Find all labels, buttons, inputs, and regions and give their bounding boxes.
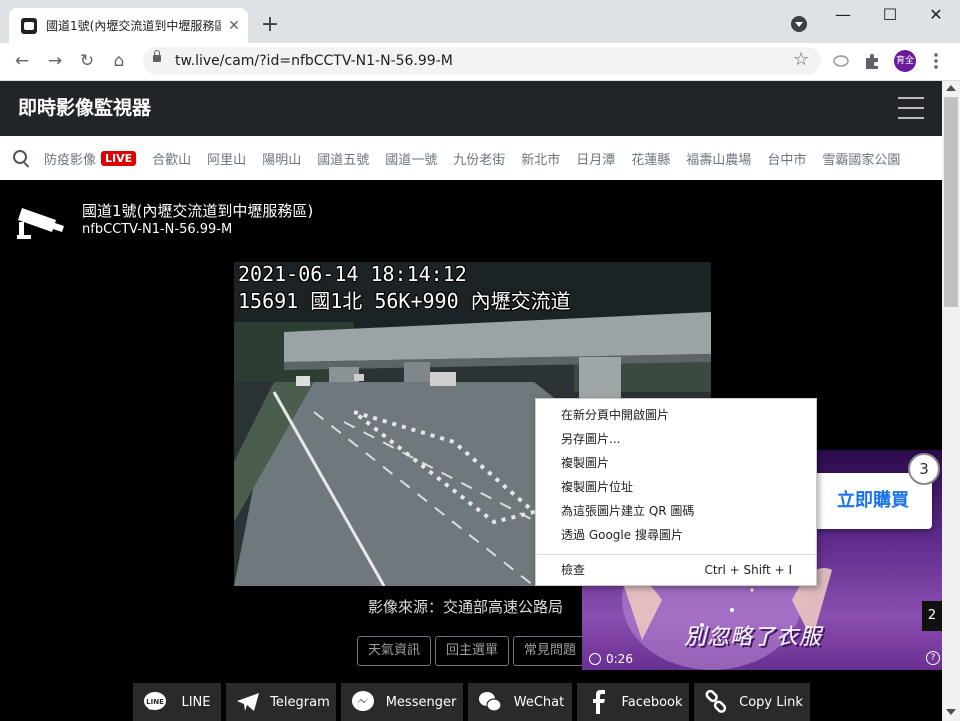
svg-text:LINE: LINE xyxy=(146,698,164,706)
forward-button[interactable]: → xyxy=(43,49,67,73)
ad-caption: 別忽略了衣服 xyxy=(684,625,823,650)
ctx-item-label: 另存圖片... xyxy=(561,432,621,446)
category-item[interactable]: 九份老街 xyxy=(453,149,505,168)
more-menu-icon[interactable] xyxy=(933,53,939,69)
browser-tab-strip: 國道1號(內壢交流道到中壢服務區 ✕ + — ☐ ✕ xyxy=(0,0,960,43)
category-item[interactable]: 新北市 xyxy=(521,149,560,168)
ctx-search-google-image[interactable]: 透過 Google 搜尋圖片 xyxy=(536,523,816,547)
share-messenger-button[interactable]: Messenger xyxy=(341,683,463,721)
scroll-down-arrow-icon[interactable] xyxy=(946,709,956,715)
minimize-button[interactable]: — xyxy=(820,0,866,32)
category-item[interactable]: 雪霸國家公園 xyxy=(822,149,900,168)
share-label: Copy Link xyxy=(739,694,803,710)
new-tab-button[interactable]: + xyxy=(259,14,281,36)
extensions-puzzle-icon[interactable] xyxy=(864,53,880,69)
camera-overlay-timestamp: 2021-06-14 18:14:12 xyxy=(238,262,467,286)
live-badge: LIVE xyxy=(101,150,137,166)
category-item[interactable]: 花蓮縣 xyxy=(631,149,670,168)
ctx-copy-image-address[interactable]: 複製圖片位址 xyxy=(536,475,816,499)
share-label: Messenger xyxy=(385,694,457,710)
camera-id: nfbCCTV-N1-N-56.99-M xyxy=(82,222,233,237)
site-title[interactable]: 即時影像監視器 xyxy=(18,96,151,120)
ad-skip-counter[interactable]: 2 xyxy=(922,601,942,631)
faq-button[interactable]: 常見問題 xyxy=(513,636,587,666)
browser-tab[interactable]: 國道1號(內壢交流道到中壢服務區 ✕ xyxy=(9,8,248,43)
share-label: WeChat xyxy=(513,694,565,710)
lock-icon[interactable] xyxy=(153,50,161,62)
hamburger-menu-icon[interactable] xyxy=(898,97,924,119)
ctx-item-label: 透過 Google 搜尋圖片 xyxy=(561,528,683,542)
weather-info-button[interactable]: 天氣資訊 xyxy=(357,636,431,666)
ctx-copy-image[interactable]: 複製圖片 xyxy=(536,451,816,475)
address-bar[interactable]: tw.live/cam/?id=nfbCCTV-N1-N-56.99-M ☆ xyxy=(143,47,821,75)
wechat-icon xyxy=(479,692,502,712)
image-context-menu: 在新分頁中開啟圖片 另存圖片... 複製圖片 複製圖片位址 為這張圖片建立 QR… xyxy=(535,398,817,586)
category-list: 防疫影像 LIVE 合歡山 阿里山 陽明山 國道五號 國道一號 九份老街 新北市… xyxy=(44,136,916,180)
category-item[interactable]: 台中市 xyxy=(767,149,806,168)
ctx-create-qr-code[interactable]: 為這張圖片建立 QR 圖碼 xyxy=(536,499,816,523)
share-wechat-button[interactable]: WeChat xyxy=(468,683,572,721)
category-label: 防疫影像 xyxy=(44,152,97,168)
page-scrollbar[interactable] xyxy=(942,81,960,721)
link-icon xyxy=(705,690,727,713)
camera-title: 國道1號(內壢交流道到中壢服務區) xyxy=(82,202,314,220)
ad-countdown: 0:26 xyxy=(606,652,633,666)
bookmark-star-icon[interactable]: ☆ xyxy=(793,50,809,70)
scroll-thumb[interactable] xyxy=(944,97,958,307)
share-copy-link-button[interactable]: Copy Link xyxy=(694,683,810,721)
ctx-save-image-as[interactable]: 另存圖片... xyxy=(536,427,816,451)
translate-extension-icon[interactable] xyxy=(832,54,850,68)
tab-close-icon[interactable]: ✕ xyxy=(224,16,244,36)
ctx-divider xyxy=(536,554,816,555)
ctx-item-label: 為這張圖片建立 QR 圖碼 xyxy=(561,504,695,518)
share-label: Telegram xyxy=(270,694,330,710)
telegram-icon xyxy=(237,693,259,711)
category-item[interactable]: 日月潭 xyxy=(576,149,615,168)
home-button[interactable]: ⌂ xyxy=(107,49,131,73)
category-item[interactable]: 阿里山 xyxy=(207,149,246,168)
main-menu-button[interactable]: 回主選單 xyxy=(435,636,509,666)
ad-count-badge: 3 xyxy=(908,453,940,485)
back-button[interactable]: ← xyxy=(10,49,34,73)
share-label: Facebook xyxy=(621,694,683,710)
category-item[interactable]: 陽明山 xyxy=(262,149,301,168)
camera-overlay-location: 15691 國1北 56K+990 內壢交流道 xyxy=(238,289,571,313)
ctx-item-label: 複製圖片位址 xyxy=(561,480,634,494)
reload-button[interactable]: ↻ xyxy=(75,49,99,73)
category-item-epidemic[interactable]: 防疫影像 LIVE xyxy=(44,149,137,168)
scroll-up-arrow-icon[interactable] xyxy=(946,85,956,91)
ctx-item-label: 在新分頁中開啟圖片 xyxy=(561,408,670,422)
ctx-item-label: 複製圖片 xyxy=(561,456,610,470)
site-header: 即時影像監視器 xyxy=(0,81,942,136)
messenger-icon xyxy=(352,691,374,711)
window-close-button[interactable]: ✕ xyxy=(913,0,959,32)
facebook-icon xyxy=(593,690,605,714)
share-label: LINE xyxy=(181,694,211,710)
ad-help-icon[interactable]: ? xyxy=(926,651,940,665)
share-facebook-button[interactable]: Facebook xyxy=(577,683,689,721)
category-item[interactable]: 合歡山 xyxy=(152,149,191,168)
search-icon[interactable] xyxy=(13,150,27,164)
category-item[interactable]: 國道一號 xyxy=(385,149,437,168)
url-text[interactable]: tw.live/cam/?id=nfbCCTV-N1-N-56.99-M xyxy=(175,52,453,70)
ctx-inspect[interactable]: 檢查 Ctrl + Shift + I xyxy=(536,558,816,582)
category-item[interactable]: 福壽山農場 xyxy=(686,149,751,168)
cctv-camera-icon xyxy=(17,208,64,239)
image-source-label: 影像來源：交通部高速公路局 xyxy=(368,598,564,616)
share-telegram-button[interactable]: Telegram xyxy=(226,683,336,721)
share-line-button[interactable]: LINE LINE xyxy=(133,683,221,721)
tab-title: 國道1號(內壢交流道到中壢服務區 xyxy=(46,19,221,33)
tab-search-icon[interactable] xyxy=(791,16,807,32)
site-favicon-icon xyxy=(21,18,37,34)
ad-info-icon[interactable] xyxy=(589,653,601,665)
maximize-button[interactable]: ☐ xyxy=(867,0,913,32)
ctx-shortcut: Ctrl + Shift + I xyxy=(704,563,792,577)
ctx-item-label: 檢查 xyxy=(561,563,586,577)
category-nav: 防疫影像 LIVE 合歡山 阿里山 陽明山 國道五號 國道一號 九份老街 新北市… xyxy=(0,136,942,180)
line-icon: LINE xyxy=(144,692,166,711)
browser-toolbar: ← → ↻ ⌂ tw.live/cam/?id=nfbCCTV-N1-N-56.… xyxy=(0,43,960,81)
profile-avatar[interactable]: 育全 xyxy=(894,50,916,72)
category-item[interactable]: 國道五號 xyxy=(317,149,369,168)
ctx-open-image-new-tab[interactable]: 在新分頁中開啟圖片 xyxy=(536,403,816,427)
